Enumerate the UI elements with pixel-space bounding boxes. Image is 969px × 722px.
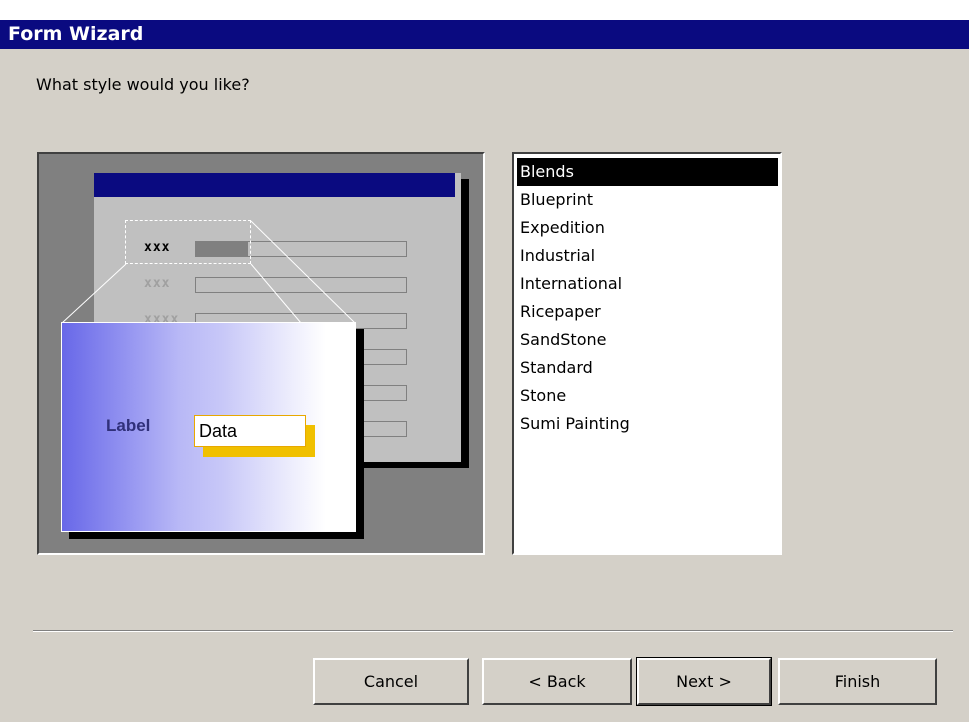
style-item-expedition[interactable]: Expedition [517, 214, 780, 242]
style-item-sandstone[interactable]: SandStone [517, 326, 780, 354]
style-item-blueprint[interactable]: Blueprint [517, 186, 780, 214]
cancel-button[interactable]: Cancel [313, 658, 469, 705]
button-separator-highlight [33, 631, 953, 632]
style-listbox[interactable]: Blends Blueprint Expedition Industrial I… [512, 152, 782, 555]
zoom-data-field: Data [194, 415, 306, 447]
style-item-international[interactable]: International [517, 270, 780, 298]
style-item-standard[interactable]: Standard [517, 354, 780, 382]
style-item-stone[interactable]: Stone [517, 382, 780, 410]
question-text: What style would you like? [36, 75, 250, 94]
finish-button[interactable]: Finish [778, 658, 937, 705]
style-item-ricepaper[interactable]: Ricepaper [517, 298, 780, 326]
window-title: Form Wizard [0, 20, 969, 49]
next-button[interactable]: Next > [636, 657, 772, 706]
zoom-label-text: Label [106, 416, 151, 435]
style-item-industrial[interactable]: Industrial [517, 242, 780, 270]
style-item-sumi-painting[interactable]: Sumi Painting [517, 410, 780, 438]
form-wizard-window: Form Wizard What style would you like? x… [0, 20, 969, 722]
zoom-preview: Label Data [61, 322, 356, 532]
style-preview: xxx xxx xxxx Label Data [37, 152, 485, 555]
back-button[interactable]: < Back [482, 658, 632, 705]
style-item-blends[interactable]: Blends [517, 158, 778, 186]
